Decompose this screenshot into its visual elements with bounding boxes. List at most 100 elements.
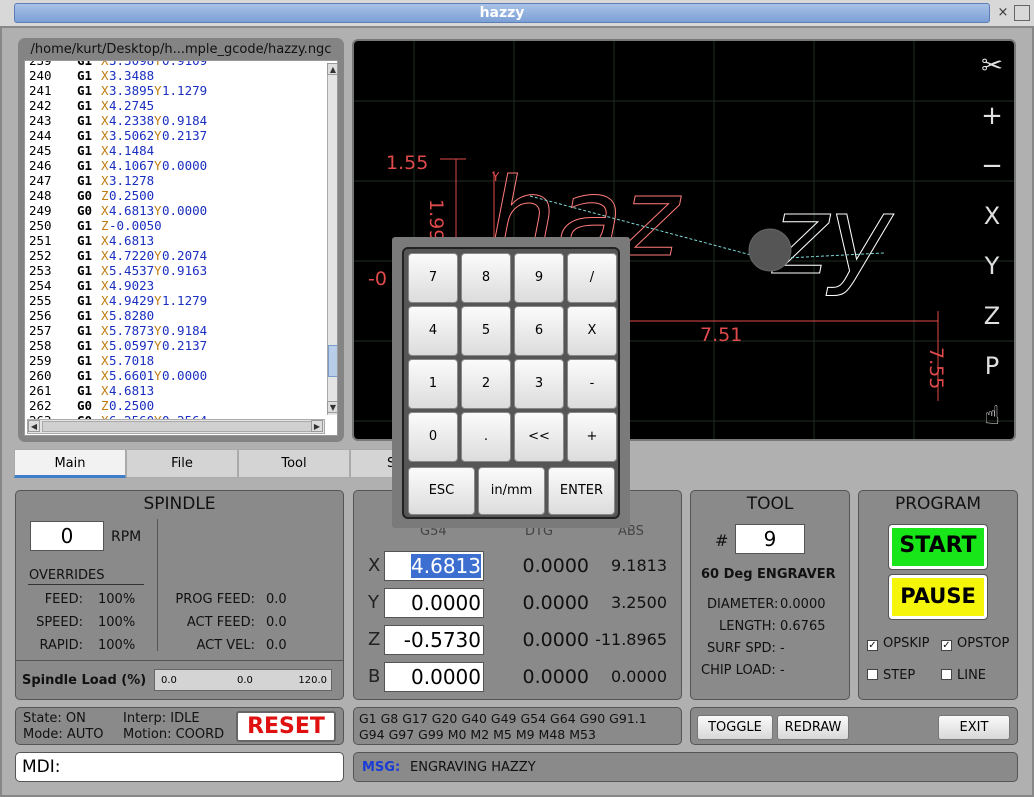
dim-width-label: 7.51 bbox=[700, 324, 742, 346]
key-clear-x[interactable]: X bbox=[567, 306, 617, 356]
opstop-checkbox[interactable]: ✓ OPSTOP bbox=[941, 636, 1009, 651]
code-line[interactable]: 240 G1 X 3.3488 bbox=[25, 68, 325, 83]
program-title: PROGRAM bbox=[894, 494, 982, 514]
mdi-input[interactable]: MDI: bbox=[15, 752, 344, 782]
code-line[interactable]: 260 G1 X 5.6601 Y 0.0000 bbox=[25, 368, 325, 383]
view-x-icon[interactable]: X bbox=[979, 203, 1005, 229]
key-3[interactable]: 3 bbox=[514, 359, 564, 409]
key-divide[interactable]: / bbox=[567, 253, 617, 303]
dim-left-label: 1.99 bbox=[425, 199, 447, 241]
redraw-button[interactable]: REDRAW bbox=[777, 715, 849, 740]
line-checkbox[interactable]: LINE bbox=[941, 668, 986, 683]
toggle-button[interactable]: TOGGLE bbox=[697, 715, 773, 740]
hscroll-thumb[interactable] bbox=[42, 421, 312, 432]
step-checkbox[interactable]: STEP bbox=[867, 668, 915, 683]
key-0[interactable]: 0 bbox=[408, 412, 458, 462]
code-line[interactable]: 258 G1 X 5.0597 Y 0.2137 bbox=[25, 338, 325, 353]
key-enter[interactable]: ENTER bbox=[548, 467, 615, 515]
line-check-icon bbox=[941, 669, 952, 680]
vertical-scrollbar[interactable]: ▲ ▼ bbox=[327, 63, 337, 415]
code-line[interactable]: 247 G1 X 3.1278 bbox=[25, 173, 325, 188]
zoom-out-icon[interactable]: − bbox=[979, 153, 1005, 179]
maximize-icon[interactable] bbox=[1014, 5, 1030, 21]
code-line[interactable]: 243 G1 X 4.2338 Y 0.9184 bbox=[25, 113, 325, 128]
tool-panel: TOOL # 9 60 Deg ENGRAVER DIAMETER: 0.000… bbox=[690, 490, 850, 700]
opskip-checkbox[interactable]: ✓ OPSKIP bbox=[867, 636, 930, 651]
scroll-thumb[interactable] bbox=[328, 345, 337, 377]
dro-g54-b[interactable]: 0.0000 bbox=[384, 662, 484, 692]
start-button[interactable]: START bbox=[888, 524, 988, 570]
scroll-right-icon[interactable]: ▶ bbox=[311, 420, 323, 432]
code-line[interactable]: 246 G1 X 4.1067 Y 0.0000 bbox=[25, 158, 325, 173]
zoom-in-icon[interactable]: + bbox=[979, 103, 1005, 129]
tab-tool[interactable]: Tool bbox=[238, 449, 350, 478]
key-esc[interactable]: ESC bbox=[408, 467, 475, 515]
code-line[interactable]: 253 G1 X 5.4537 Y 0.9163 bbox=[25, 263, 325, 278]
code-line[interactable]: 245 G1 X 4.1484 bbox=[25, 143, 325, 158]
scroll-down-icon[interactable]: ▼ bbox=[327, 401, 337, 413]
tool-length-value: 0.6765 bbox=[780, 619, 826, 634]
tab-file[interactable]: File bbox=[126, 449, 238, 478]
gcode-command: G1 bbox=[77, 308, 93, 323]
code-line[interactable]: 262 G0 Z 0.2500 bbox=[25, 398, 325, 413]
code-line[interactable]: 257 G1 X 5.7873 Y 0.9184 bbox=[25, 323, 325, 338]
code-line[interactable]: 250 G1 Z -0.0050 bbox=[25, 218, 325, 233]
scroll-up-icon[interactable]: ▲ bbox=[327, 63, 337, 75]
gcode-axis: Y bbox=[154, 60, 162, 68]
key-2[interactable]: 2 bbox=[461, 359, 511, 409]
code-line[interactable]: 255 G1 X 4.9429 Y 1.1279 bbox=[25, 293, 325, 308]
reset-button[interactable]: RESET bbox=[236, 711, 336, 742]
tool-chip-load-value: - bbox=[780, 663, 785, 678]
code-line[interactable]: 259 G1 X 5.7018 bbox=[25, 353, 325, 368]
rapid-override-label: RAPID: bbox=[39, 638, 83, 653]
key-backspace[interactable]: << bbox=[514, 412, 564, 462]
key-plus[interactable]: + bbox=[567, 412, 617, 462]
code-line[interactable]: 239 G1 X 3.3098 Y 0.9109 bbox=[25, 60, 325, 68]
tool-number[interactable]: 9 bbox=[735, 524, 805, 554]
gcode-command: G0 bbox=[77, 188, 93, 203]
view-y-icon[interactable]: Y bbox=[979, 253, 1005, 279]
code-line[interactable]: 241 G1 X 3.3895 Y 1.1279 bbox=[25, 83, 325, 98]
gcode-value: 4.2745 bbox=[109, 98, 155, 113]
code-line[interactable]: 261 G1 X 4.6813 bbox=[25, 383, 325, 398]
gcode-axis: Y bbox=[154, 113, 162, 128]
pause-button[interactable]: PAUSE bbox=[888, 574, 988, 620]
exit-button[interactable]: EXIT bbox=[938, 715, 1010, 740]
key-4[interactable]: 4 bbox=[408, 306, 458, 356]
gcode-axis: X bbox=[101, 173, 109, 188]
view-z-icon[interactable]: Z bbox=[979, 303, 1005, 329]
close-icon[interactable]: × bbox=[995, 5, 1011, 21]
code-line[interactable]: 248 G0 Z 0.2500 bbox=[25, 188, 325, 203]
key-8[interactable]: 8 bbox=[461, 253, 511, 303]
dro-g54-y[interactable]: 0.0000 bbox=[384, 588, 484, 618]
view-p-icon[interactable]: P bbox=[979, 353, 1005, 379]
tab-main[interactable]: Main bbox=[14, 449, 126, 478]
key-9[interactable]: 9 bbox=[514, 253, 564, 303]
pan-hand-icon[interactable]: ☝ bbox=[979, 403, 1005, 429]
dro-g54-x[interactable]: 4.6813 bbox=[384, 551, 484, 581]
code-line[interactable]: 252 G1 X 4.7220 Y 0.2074 bbox=[25, 248, 325, 263]
key-minus[interactable]: - bbox=[567, 359, 617, 409]
code-line[interactable]: 244 G1 X 3.5062 Y 0.2137 bbox=[25, 128, 325, 143]
key-decimal[interactable]: . bbox=[461, 412, 511, 462]
horizontal-scrollbar[interactable]: ◀ ▶ bbox=[27, 419, 325, 434]
key-6[interactable]: 6 bbox=[514, 306, 564, 356]
gcode-view[interactable]: 263G0X6.2560Y0.2564262G0Z0.2500261G1X4.6… bbox=[24, 60, 338, 436]
key-1[interactable]: 1 bbox=[408, 359, 458, 409]
line-number: 253 bbox=[29, 263, 52, 278]
code-line[interactable]: 256 G1 X 5.8280 bbox=[25, 308, 325, 323]
code-line[interactable]: 251 G1 X 4.6813 bbox=[25, 233, 325, 248]
gcode-axis: Z bbox=[101, 188, 109, 203]
key-7[interactable]: 7 bbox=[408, 253, 458, 303]
gcode-command: G1 bbox=[77, 158, 93, 173]
tools-icon[interactable]: ✂ bbox=[979, 53, 1005, 79]
code-line[interactable]: 242 G1 X 4.2745 bbox=[25, 98, 325, 113]
key-5[interactable]: 5 bbox=[461, 306, 511, 356]
gcode-value: 4.2338 bbox=[109, 113, 155, 128]
gcode-value: 3.5062 bbox=[109, 128, 155, 143]
key-in-mm[interactable]: in/mm bbox=[478, 467, 545, 515]
scroll-left-icon[interactable]: ◀ bbox=[28, 420, 40, 432]
code-line[interactable]: 249 G0 X 4.6813 Y 0.0000 bbox=[25, 203, 325, 218]
dro-g54-z[interactable]: -0.5730 bbox=[384, 625, 484, 655]
code-line[interactable]: 254 G1 X 4.9023 bbox=[25, 278, 325, 293]
